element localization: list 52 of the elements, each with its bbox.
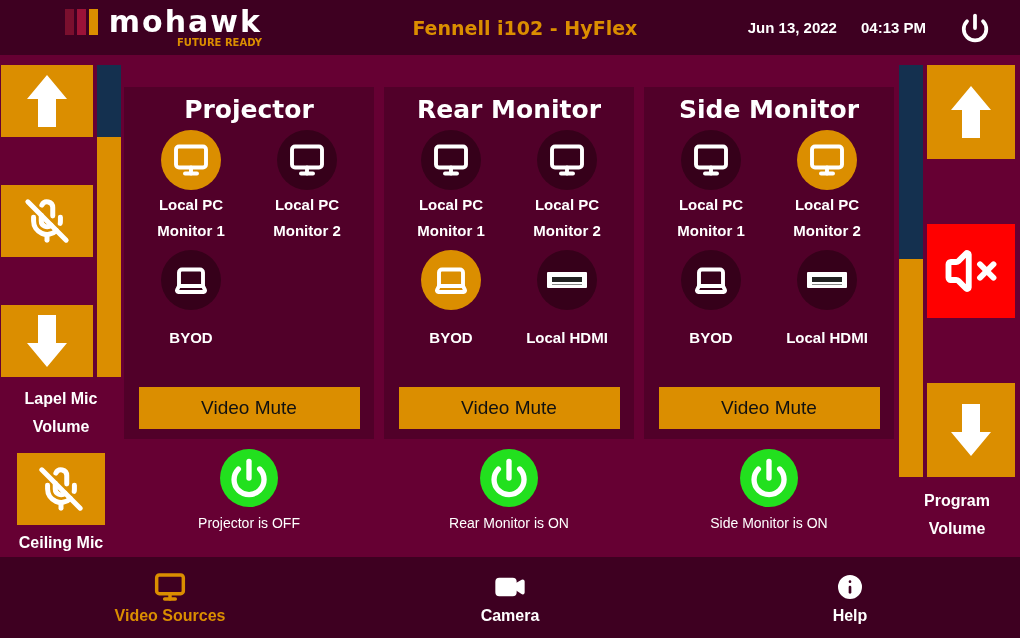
- volume-up-button[interactable]: [1, 65, 93, 138]
- status-text: Side Monitor is ON: [710, 515, 828, 532]
- monitor-icon: [154, 570, 186, 603]
- mic-mute-button[interactable]: [1, 185, 93, 258]
- logo-text: mohawk: [108, 7, 262, 38]
- display-title: Projector: [184, 95, 314, 125]
- volume-down-button[interactable]: [927, 383, 1015, 478]
- source-label: Local PC Monitor 2: [532, 195, 602, 242]
- source-label: Local PC Monitor 1: [416, 195, 486, 242]
- program-volume-label: Program Volume: [923, 491, 991, 540]
- source-label: Local PC Monitor 2: [792, 195, 862, 242]
- hdmi-icon: [547, 272, 587, 289]
- time-text: 04:13 PM: [860, 19, 926, 37]
- source-label: BYOD: [688, 328, 734, 349]
- power-button[interactable]: [480, 449, 538, 508]
- source-label: Local HDMI: [785, 328, 869, 349]
- date-text: Jun 13, 2022: [747, 19, 837, 37]
- source-label: Local PC Monitor 1: [156, 195, 226, 242]
- mic-off-icon: [38, 466, 84, 513]
- hdmi-icon: [807, 272, 847, 289]
- volume-down-button[interactable]: [1, 305, 93, 378]
- video-mute-button[interactable]: Video Mute: [398, 387, 620, 430]
- source-label: Local HDMI: [525, 328, 609, 349]
- nav-tab[interactable]: Video Sources: [0, 557, 340, 638]
- down-arrow-icon: [951, 404, 991, 457]
- source-label: Local PC Monitor 1: [676, 195, 746, 242]
- source-label: Local PC Monitor 2: [272, 195, 342, 242]
- video-mute-button[interactable]: Video Mute: [138, 387, 360, 430]
- video-mute-button[interactable]: Video Mute: [658, 387, 880, 430]
- up-arrow-icon: [951, 86, 991, 139]
- room-title: Fennell i102 - HyFlex: [411, 16, 639, 39]
- lapel-mic-label: Lapel Mic Volume: [23, 389, 99, 438]
- source-label: BYOD: [168, 328, 214, 349]
- down-arrow-icon: [27, 315, 67, 368]
- status-text: Projector is OFF: [198, 515, 300, 532]
- logo-tagline: FUTURE READY: [177, 37, 262, 49]
- nav-tab[interactable]: Camera: [340, 557, 680, 638]
- nav-tab[interactable]: Help: [680, 557, 1020, 638]
- volume-up-button[interactable]: [927, 65, 1015, 160]
- ceiling-mic-label: Ceiling Mic: [17, 533, 105, 554]
- power-button[interactable]: [740, 449, 798, 508]
- source-label: BYOD: [428, 328, 474, 349]
- mic-off-icon: [24, 198, 70, 245]
- logo-bars-icon: [64, 9, 101, 36]
- display-title: Side Monitor: [679, 95, 859, 125]
- speaker-mute-button[interactable]: [927, 224, 1015, 319]
- up-arrow-icon: [27, 75, 67, 128]
- mic-mute-button[interactable]: [17, 453, 105, 526]
- status-text: Rear Monitor is ON: [449, 515, 569, 532]
- display-title: Rear Monitor: [417, 95, 601, 125]
- power-button[interactable]: [220, 449, 278, 508]
- power-button[interactable]: [960, 12, 990, 43]
